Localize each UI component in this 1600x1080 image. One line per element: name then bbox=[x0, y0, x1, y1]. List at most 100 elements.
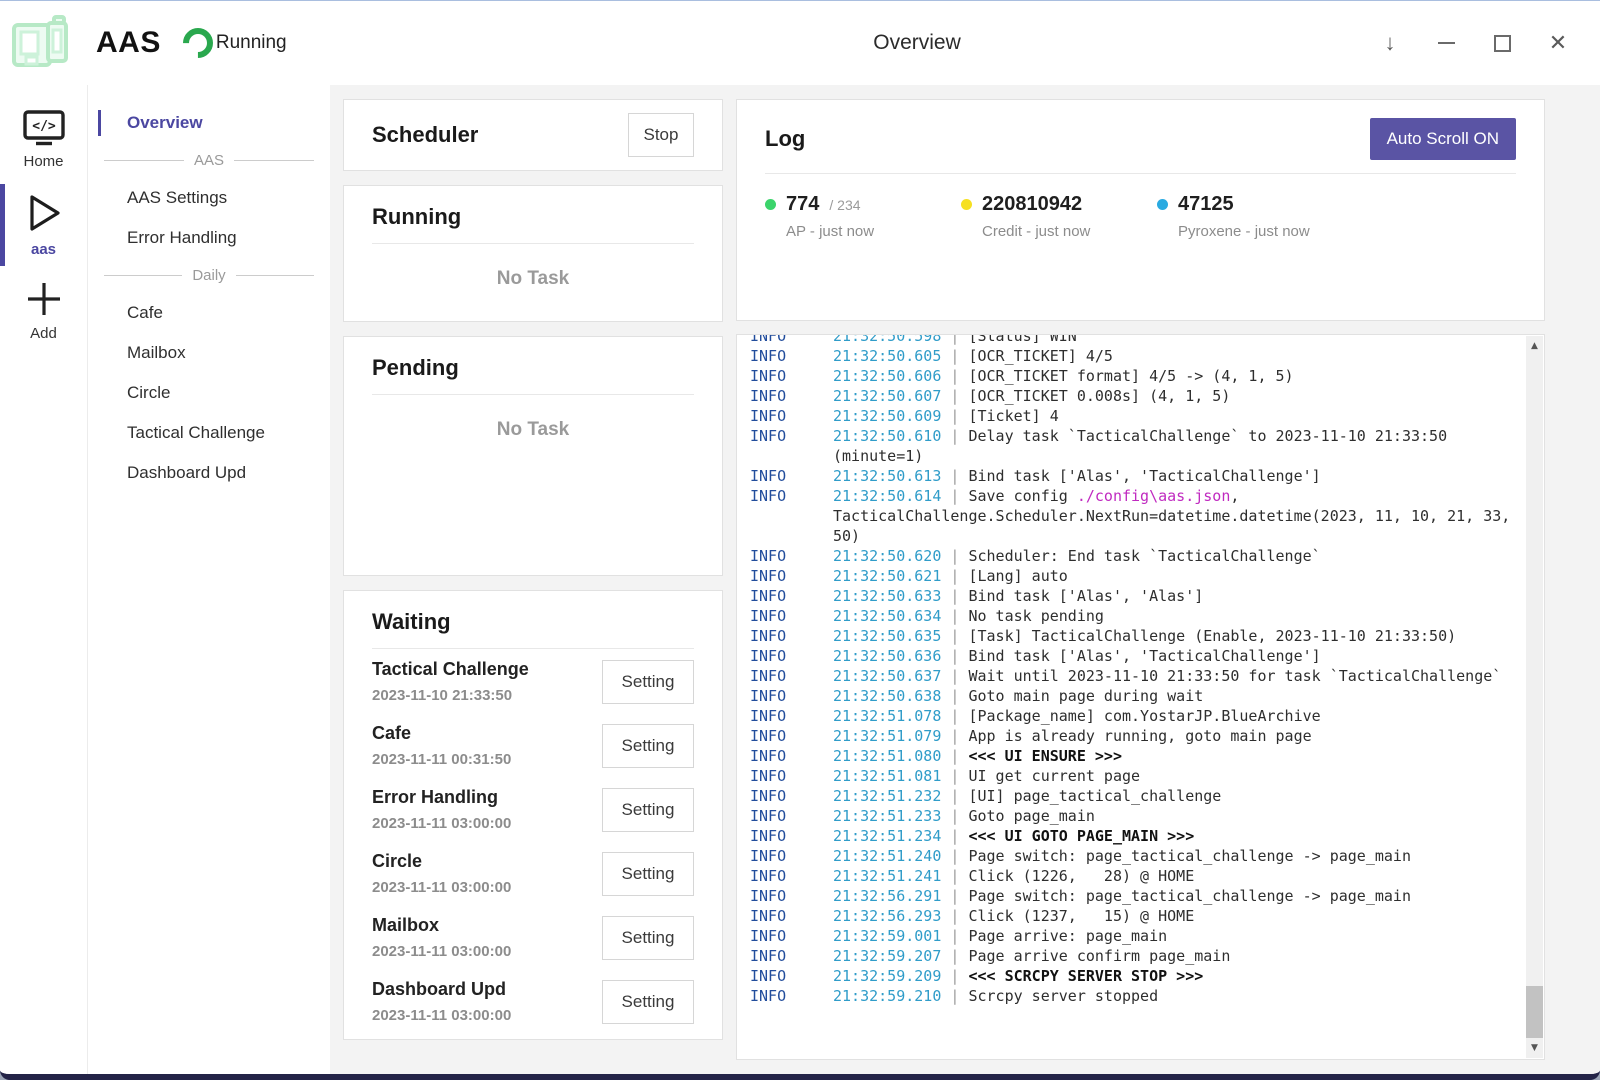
log-pipe: | bbox=[941, 427, 968, 445]
log-message: <<< UI ENSURE >>> bbox=[968, 747, 1122, 765]
maximize-button[interactable] bbox=[1474, 21, 1530, 65]
sidebar-item-dashboard-upd[interactable]: Dashboard Upd bbox=[88, 453, 330, 493]
log-row: INFO21:32:51.240 | Page switch: page_tac… bbox=[737, 846, 1523, 866]
log-pipe: | bbox=[941, 867, 968, 885]
waiting-task-name: Mailbox bbox=[372, 915, 511, 936]
setting-button-tactical-challenge[interactable]: Setting bbox=[602, 660, 694, 704]
stat-credit: 220810942Credit - just now bbox=[961, 193, 1157, 240]
app-logo-icon bbox=[10, 15, 72, 73]
log-message: Page switch: page_tactical_challenge -> … bbox=[968, 847, 1411, 865]
log-level: INFO bbox=[750, 686, 786, 706]
sidebar-item-circle[interactable]: Circle bbox=[88, 373, 330, 413]
stat-dot-icon bbox=[1157, 199, 1168, 210]
setting-button-circle[interactable]: Setting bbox=[602, 852, 694, 896]
log-message: Click (1226, 28) @ HOME bbox=[968, 867, 1194, 885]
sidebar-item-error-handling[interactable]: Error Handling bbox=[88, 218, 330, 258]
scroll-up-arrow[interactable]: ▲ bbox=[1526, 338, 1543, 354]
log-time: 21:32:50.609 bbox=[833, 407, 941, 425]
log-message: Goto main page during wait bbox=[968, 687, 1203, 705]
log-time: 21:32:50.613 bbox=[833, 467, 941, 485]
sidebar-item-cafe[interactable]: Cafe bbox=[88, 293, 330, 333]
stop-button[interactable]: Stop bbox=[628, 113, 694, 157]
sidebar-section-label: AAS bbox=[194, 152, 224, 169]
rail-item-aas[interactable]: aas bbox=[0, 181, 87, 269]
waiting-task-row: Dashboard Upd 2023-11-11 03:00:00 Setting bbox=[372, 969, 694, 1033]
log-pipe: | bbox=[941, 367, 968, 385]
close-button[interactable]: ✕ bbox=[1530, 21, 1586, 65]
log-scrollbar[interactable]: ▲ ▼ bbox=[1526, 336, 1543, 1058]
code-monitor-icon: </> bbox=[23, 110, 65, 146]
log-time: 21:32:50.614 bbox=[833, 487, 941, 505]
log-pipe: | bbox=[941, 547, 968, 565]
log-row: INFO21:32:51.078 | [Package_name] com.Yo… bbox=[737, 706, 1523, 726]
stat-ap: 774 / 234AP - just now bbox=[765, 193, 961, 240]
log-level: INFO bbox=[750, 486, 786, 506]
log-pipe: | bbox=[941, 347, 968, 365]
log-pipe: | bbox=[941, 387, 968, 405]
log-row: INFO21:32:50.620 | Scheduler: End task `… bbox=[737, 546, 1523, 566]
setting-button-cafe[interactable]: Setting bbox=[602, 724, 694, 768]
log-pipe: | bbox=[941, 407, 968, 425]
rail-item-add[interactable]: Add bbox=[0, 269, 87, 353]
log-message: Bind task ['Alas', 'TacticalChallenge'] bbox=[968, 647, 1320, 665]
play-icon bbox=[25, 192, 63, 234]
log-message: Goto page_main bbox=[968, 807, 1094, 825]
log-message: Page switch: page_tactical_challenge -> … bbox=[968, 887, 1411, 905]
scroll-down-arrow[interactable]: ▼ bbox=[1526, 1040, 1543, 1056]
download-arrow-icon: ↓ bbox=[1385, 30, 1396, 56]
rail-label: Add bbox=[30, 325, 57, 342]
log-row: INFO21:32:50.636 | Bind task ['Alas', 'T… bbox=[737, 646, 1523, 666]
stat-label: Pyroxene - just now bbox=[1178, 223, 1353, 240]
waiting-task-row: Mailbox2023-11-11 03:00:00Setting bbox=[372, 905, 694, 969]
waiting-task-info: Circle2023-11-11 03:00:00 bbox=[372, 851, 511, 896]
log-message: UI get current page bbox=[968, 767, 1140, 785]
log-message: <<< UI GOTO PAGE_MAIN >>> bbox=[968, 827, 1194, 845]
running-title: Running bbox=[372, 204, 694, 230]
log-message: [OCR_TICKET] 4/5 bbox=[968, 347, 1113, 365]
sidebar-item-mailbox[interactable]: Mailbox bbox=[88, 333, 330, 373]
log-time: 21:32:51.233 bbox=[833, 807, 941, 825]
log-time: 21:32:59.207 bbox=[833, 947, 941, 965]
waiting-task-row: Circle2023-11-11 03:00:00 Setting bbox=[372, 841, 694, 905]
log-level: INFO bbox=[750, 766, 786, 786]
log-pipe: | bbox=[941, 334, 968, 345]
log-level: INFO bbox=[750, 846, 786, 866]
rail-item-home[interactable]: </> Home bbox=[0, 99, 87, 181]
waiting-task-info: Error Handling2023-11-11 03:00:00 bbox=[372, 787, 511, 832]
log-pipe: | bbox=[941, 807, 968, 825]
log-level: INFO bbox=[750, 906, 786, 926]
setting-button-dashboard-upd[interactable]: Setting bbox=[602, 980, 694, 1024]
log-row: INFO21:32:51.080 | <<< UI ENSURE >>> bbox=[737, 746, 1523, 766]
stat-value-row: 220810942 bbox=[961, 193, 1157, 216]
close-icon: ✕ bbox=[1549, 30, 1567, 56]
sidebar-item-aas-settings[interactable]: AAS Settings bbox=[88, 178, 330, 218]
sidebar-item-overview[interactable]: Overview bbox=[88, 103, 330, 143]
divider-line bbox=[104, 275, 182, 276]
waiting-task-name: Dashboard Upd bbox=[372, 979, 511, 1000]
app-window: AAS Running Overview ↓ ✕ </> Home bbox=[0, 0, 1600, 1080]
scroll-thumb[interactable] bbox=[1526, 986, 1543, 1038]
log-row: INFO21:32:50.633 | Bind task ['Alas', 'A… bbox=[737, 586, 1523, 606]
log-row: INFO21:32:51.232 | [UI] page_tactical_ch… bbox=[737, 786, 1523, 806]
log-pipe: | bbox=[941, 667, 968, 685]
pending-title: Pending bbox=[372, 355, 694, 381]
icon-rail: </> Home aas Add bbox=[0, 85, 88, 1074]
sidebar-item-tactical-challenge[interactable]: Tactical Challenge bbox=[88, 413, 330, 453]
log-pipe: | bbox=[941, 647, 968, 665]
waiting-task-info: Tactical Challenge2023-11-10 21:33:50 bbox=[372, 659, 529, 704]
log-time: 21:32:51.079 bbox=[833, 727, 941, 745]
update-button[interactable]: ↓ bbox=[1362, 21, 1418, 65]
auto-scroll-button[interactable]: Auto Scroll ON bbox=[1370, 118, 1516, 160]
setting-button-error-handling[interactable]: Setting bbox=[602, 788, 694, 832]
stat-label: AP - just now bbox=[786, 223, 961, 240]
running-spinner-icon bbox=[177, 22, 219, 64]
log-row: INFO21:32:59.001 | Page arrive: page_mai… bbox=[737, 926, 1523, 946]
log-row: INFO21:32:50.609 | [Ticket] 4 bbox=[737, 406, 1523, 426]
log-row: INFO21:32:50.613 | Bind task ['Alas', 'T… bbox=[737, 466, 1523, 486]
setting-button-mailbox[interactable]: Setting bbox=[602, 916, 694, 960]
minimize-button[interactable] bbox=[1418, 21, 1474, 65]
log-pipe: | bbox=[941, 687, 968, 705]
log-time: 21:32:51.081 bbox=[833, 767, 941, 785]
waiting-task-time: 2023-11-11 03:00:00 bbox=[372, 1007, 511, 1024]
log-time: 21:32:50.638 bbox=[833, 687, 941, 705]
